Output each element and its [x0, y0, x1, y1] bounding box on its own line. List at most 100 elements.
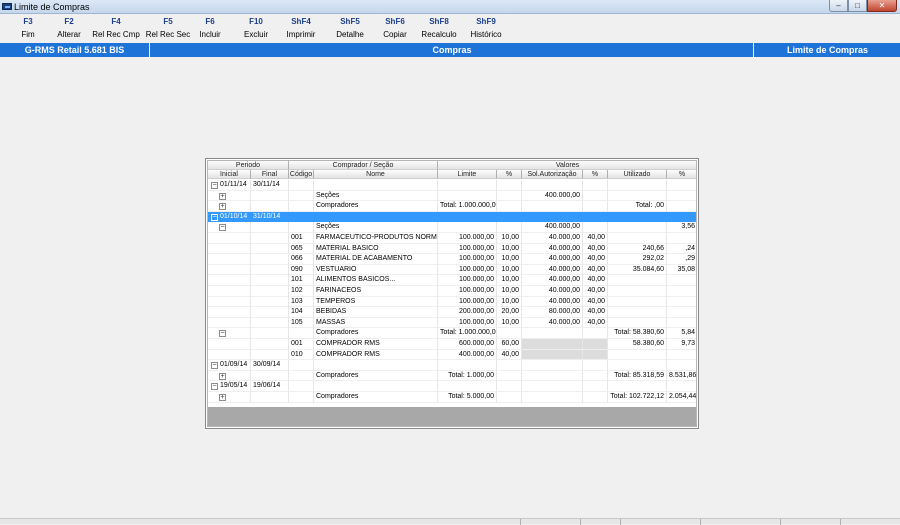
detail-row[interactable]: 090 VESTUARIO 100.000,00 10,00 40.000,00 40,0…	[208, 264, 696, 276]
detail-row[interactable]: 105 MASSAS 100.000,00 10,00 40.000,00 40,00	[208, 317, 696, 329]
group-row[interactable]: Compradores Total: 1.000,00 Total: 85.318,…	[208, 370, 696, 382]
cell-inicial	[208, 286, 251, 297]
cell-sol: 40.000,00	[522, 296, 583, 308]
cell-utilizado	[608, 180, 667, 191]
cell-lpct	[497, 222, 522, 233]
cell-limite: 100.000,00	[438, 275, 497, 286]
close-button[interactable]: ✕	[867, 0, 897, 12]
toolbar-button-rel-rec-cmp[interactable]: F4 Rel Rec Cmp	[88, 17, 144, 40]
cell-spct	[583, 392, 608, 403]
cell-limite: 400.000,00	[438, 349, 497, 361]
period-row[interactable]: 01/10/14 31/10/14−	[208, 211, 696, 223]
cell-inicial	[208, 222, 251, 233]
cell-final	[251, 392, 289, 403]
column-header-lpct[interactable]: %	[497, 170, 522, 179]
cell-limite: Total: 1.000,00	[438, 370, 497, 382]
cell-spct	[583, 370, 608, 382]
group-row[interactable]: Compradores Total: 5.000,00 Total: 102.722…	[208, 392, 696, 403]
minimize-button[interactable]: ‒	[829, 0, 848, 12]
cell-nome: Compradores	[314, 201, 438, 212]
cell-codigo	[289, 222, 314, 233]
column-header-nome[interactable]: Nome	[314, 170, 438, 179]
detail-row[interactable]: 066 MATERIAL DE ACABAMENTO 100.000,00 10,00…	[208, 254, 696, 265]
column-header-spct[interactable]: %	[583, 170, 608, 179]
cell-limite	[438, 180, 497, 191]
cell-inicial	[208, 328, 251, 339]
expand-icon[interactable]: +	[219, 192, 226, 200]
limits-tree-grid[interactable]: Periodo Comprador / Seção Valores Inicia…	[207, 160, 697, 427]
detail-row[interactable]: 065 MATERIAL BASICO 100.000,00 10,00 40.000,…	[208, 243, 696, 255]
period-row[interactable]: 19/05/14 19/06/14−	[208, 381, 696, 392]
detail-row[interactable]: 102 FARINACEOS 100.000,00 10,00 40.000,00 40,…	[208, 286, 696, 297]
detail-row[interactable]: 010 COMPRADOR RMS 400.000,00 40,00	[208, 349, 696, 361]
cell-codigo	[289, 328, 314, 339]
cell-codigo: 102	[289, 286, 314, 297]
toolbar-button-imprimir[interactable]: ShF4 Imprimir	[273, 17, 329, 40]
collapse-icon[interactable]: −	[211, 383, 218, 391]
cell-sol	[522, 360, 583, 371]
cell-nome: COMPRADOR RMS	[314, 339, 438, 350]
cell-sol: 40.000,00	[522, 275, 583, 286]
cell-spct	[583, 328, 608, 339]
function-key: F4	[111, 17, 121, 26]
column-header-codigo[interactable]: Código	[289, 170, 314, 179]
cell-utilizado	[608, 211, 667, 223]
column-header-inicial[interactable]: Inicial	[208, 170, 251, 179]
cell-codigo: 065	[289, 243, 314, 255]
group-row[interactable]: Compradores Total: 1.000.000,00 Total: 58.…	[208, 328, 696, 339]
cell-limite: 100.000,00	[438, 286, 497, 297]
cell-limite: 100.000,00	[438, 296, 497, 308]
function-key: ShF4	[291, 17, 311, 26]
cell-nome: Compradores	[314, 328, 438, 339]
collapse-icon[interactable]: −	[211, 213, 218, 221]
detail-row[interactable]: 103 TEMPEROS 100.000,00 10,00 40.000,00 40,00	[208, 296, 696, 308]
status-segment	[520, 519, 580, 525]
column-header-upct[interactable]: %	[667, 170, 696, 179]
group-row[interactable]: Compradores Total: 1.000.000,00 Total: ,00…	[208, 201, 696, 212]
group-row[interactable]: Seções 400.000,00 +	[208, 190, 696, 202]
cell-sol	[522, 201, 583, 212]
group-row[interactable]: Seções 400.000,00 3,56 −	[208, 222, 696, 233]
expand-icon[interactable]: +	[219, 394, 226, 401]
column-header-limite[interactable]: Limite	[438, 170, 497, 179]
cell-lpct	[497, 360, 522, 371]
cell-final: 30/09/14	[251, 360, 289, 371]
expand-icon[interactable]: +	[219, 372, 226, 380]
cell-utilizado	[608, 296, 667, 308]
period-row[interactable]: 01/09/14 30/09/14−	[208, 360, 696, 371]
collapse-icon[interactable]: −	[211, 182, 218, 189]
cell-nome: MATERIAL DE ACABAMENTO	[314, 254, 438, 265]
cell-lpct	[497, 190, 522, 202]
expand-icon[interactable]: +	[219, 203, 226, 211]
cell-utilizado	[608, 286, 667, 297]
cell-inicial	[208, 201, 251, 212]
cell-final	[251, 190, 289, 202]
cell-nome	[314, 211, 438, 223]
cell-nome: BEBIDAS	[314, 307, 438, 318]
column-header-final[interactable]: Final	[251, 170, 289, 179]
collapse-icon[interactable]: −	[211, 362, 218, 370]
detail-row[interactable]: 101 ALIMENTOS BASICOS... 100.000,00 10,00 40…	[208, 275, 696, 286]
toolbar-button-hist-rico[interactable]: ShF9 Histórico	[458, 17, 514, 40]
collapse-icon[interactable]: −	[219, 330, 226, 338]
column-header-sol[interactable]: Sol.Autorização	[522, 170, 583, 179]
detail-row[interactable]: 001 FARMACEUTICO-PRODUTOS NORMAIS 100.000,…	[208, 233, 696, 244]
period-row[interactable]: 01/11/14 30/11/14−	[208, 180, 696, 191]
cell-sol	[522, 392, 583, 403]
cell-spct: 40,00	[583, 307, 608, 318]
collapse-icon[interactable]: −	[219, 224, 226, 232]
detail-row[interactable]: 104 BEBIDAS 200.000,00 20,00 80.000,00 40,00	[208, 307, 696, 318]
cell-utilizado: 58.380,60	[608, 339, 667, 350]
cell-inicial	[208, 392, 251, 403]
cell-inicial	[208, 254, 251, 265]
detail-row[interactable]: 001 COMPRADOR RMS 600.000,00 60,00 58.380,60…	[208, 339, 696, 350]
maximize-button[interactable]: □	[848, 0, 867, 12]
cell-spct: 40,00	[583, 296, 608, 308]
cell-sol	[522, 211, 583, 223]
cell-sol	[522, 328, 583, 339]
column-header-utilizado[interactable]: Utilizado	[608, 170, 667, 179]
cell-spct	[583, 190, 608, 202]
cell-sol: 80.000,00	[522, 307, 583, 318]
cell-lpct: 40,00	[497, 349, 522, 361]
status-segment	[580, 519, 620, 525]
